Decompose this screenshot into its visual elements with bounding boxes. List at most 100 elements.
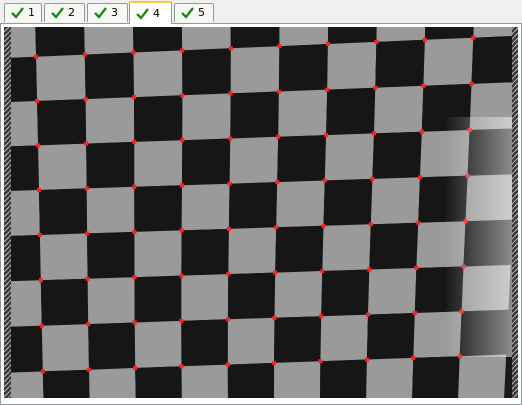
- corner-marker: [416, 220, 421, 225]
- checker-square: [41, 324, 89, 372]
- corner-marker: [322, 178, 327, 183]
- checker-square: [376, 27, 426, 42]
- checker-square: [228, 227, 277, 275]
- corner-marker: [325, 87, 330, 92]
- corner-marker: [179, 318, 184, 323]
- checker-square: [276, 180, 325, 228]
- tab-2[interactable]: 2: [44, 3, 85, 22]
- corner-marker: [419, 129, 424, 134]
- checkmark-icon: [181, 7, 194, 19]
- checker-square: [85, 97, 135, 144]
- corner-marker: [38, 278, 43, 283]
- checker-square: [375, 39, 425, 88]
- corner-marker: [414, 266, 419, 270]
- corner-marker: [422, 37, 427, 42]
- checker-square: [279, 27, 329, 47]
- checker-square: [230, 46, 280, 94]
- checker-square: [274, 316, 322, 363]
- tab-label: 1: [28, 6, 35, 19]
- checker-square: [86, 186, 135, 234]
- corner-marker: [225, 362, 230, 367]
- checker-square: [368, 268, 417, 315]
- corner-marker: [471, 35, 476, 40]
- corner-marker: [132, 184, 137, 189]
- tab-5[interactable]: 5: [174, 3, 214, 22]
- checker-square: [89, 368, 136, 398]
- checker-square: [84, 52, 134, 100]
- tab-strip: 1 2 3 4 5: [0, 0, 522, 24]
- corner-marker: [83, 97, 88, 102]
- corner-marker: [180, 183, 184, 188]
- checker-square: [181, 27, 231, 51]
- corner-marker: [179, 364, 184, 369]
- corner-marker: [179, 228, 184, 233]
- corner-marker: [469, 81, 474, 86]
- corner-marker: [179, 273, 184, 278]
- checker-square: [133, 27, 183, 53]
- checker-square: [182, 138, 231, 186]
- corner-marker: [320, 269, 325, 273]
- checker-square: [230, 91, 279, 139]
- checkmark-icon: [11, 7, 24, 19]
- tab-3[interactable]: 3: [87, 3, 128, 22]
- checker-square: [366, 313, 415, 360]
- corner-marker: [132, 320, 137, 325]
- tab-1[interactable]: 1: [4, 3, 42, 22]
- corner-marker: [132, 95, 136, 100]
- checker-square: [229, 136, 279, 184]
- corner-marker: [36, 143, 41, 148]
- corner-marker: [325, 42, 330, 46]
- corner-marker: [324, 133, 329, 138]
- corner-marker: [131, 50, 136, 55]
- checker-square: [227, 317, 275, 365]
- checker-square: [370, 177, 420, 225]
- corner-marker: [228, 91, 233, 96]
- checker-square: [327, 41, 377, 90]
- corner-marker: [370, 176, 375, 181]
- checker-square: [37, 99, 87, 146]
- tab-4[interactable]: 4: [129, 1, 172, 24]
- checker-square: [38, 143, 87, 190]
- checker-square: [227, 362, 275, 398]
- checker-square: [181, 183, 230, 231]
- glare-region: [444, 117, 518, 357]
- corner-marker: [276, 134, 281, 139]
- corner-marker: [34, 54, 39, 59]
- checker-square: [423, 37, 474, 86]
- corner-marker: [275, 180, 280, 185]
- corner-marker: [132, 275, 137, 280]
- tab-label: 5: [198, 6, 205, 19]
- left-border-hatch: [4, 27, 11, 398]
- checker-square: [87, 277, 135, 325]
- checker-square: [320, 314, 368, 362]
- checker-square: [134, 140, 183, 187]
- corner-marker: [228, 46, 233, 51]
- corner-marker: [412, 311, 417, 315]
- corner-marker: [86, 322, 91, 327]
- checker-square: [324, 133, 374, 181]
- corner-marker: [367, 267, 372, 272]
- corner-marker: [366, 312, 370, 317]
- checker-square: [326, 87, 376, 136]
- corner-marker: [85, 276, 90, 281]
- checkerboard-image: [4, 27, 518, 398]
- checkmark-icon: [94, 7, 107, 19]
- corner-marker: [276, 89, 281, 94]
- corner-marker: [180, 93, 185, 98]
- checker-square: [182, 48, 231, 96]
- checker-square: [86, 141, 135, 189]
- corner-marker: [272, 315, 277, 320]
- checker-square: [275, 225, 324, 273]
- checker-square: [327, 27, 377, 44]
- corner-marker: [39, 323, 44, 328]
- checker-square: [228, 182, 278, 229]
- corner-marker: [180, 138, 185, 143]
- corner-marker: [84, 186, 89, 191]
- checker-square: [278, 44, 328, 92]
- corner-marker: [132, 229, 137, 234]
- checker-square: [133, 50, 183, 98]
- checker-square: [227, 272, 276, 320]
- checker-square: [323, 178, 373, 226]
- corner-marker: [35, 99, 40, 103]
- checkmark-icon: [136, 7, 149, 20]
